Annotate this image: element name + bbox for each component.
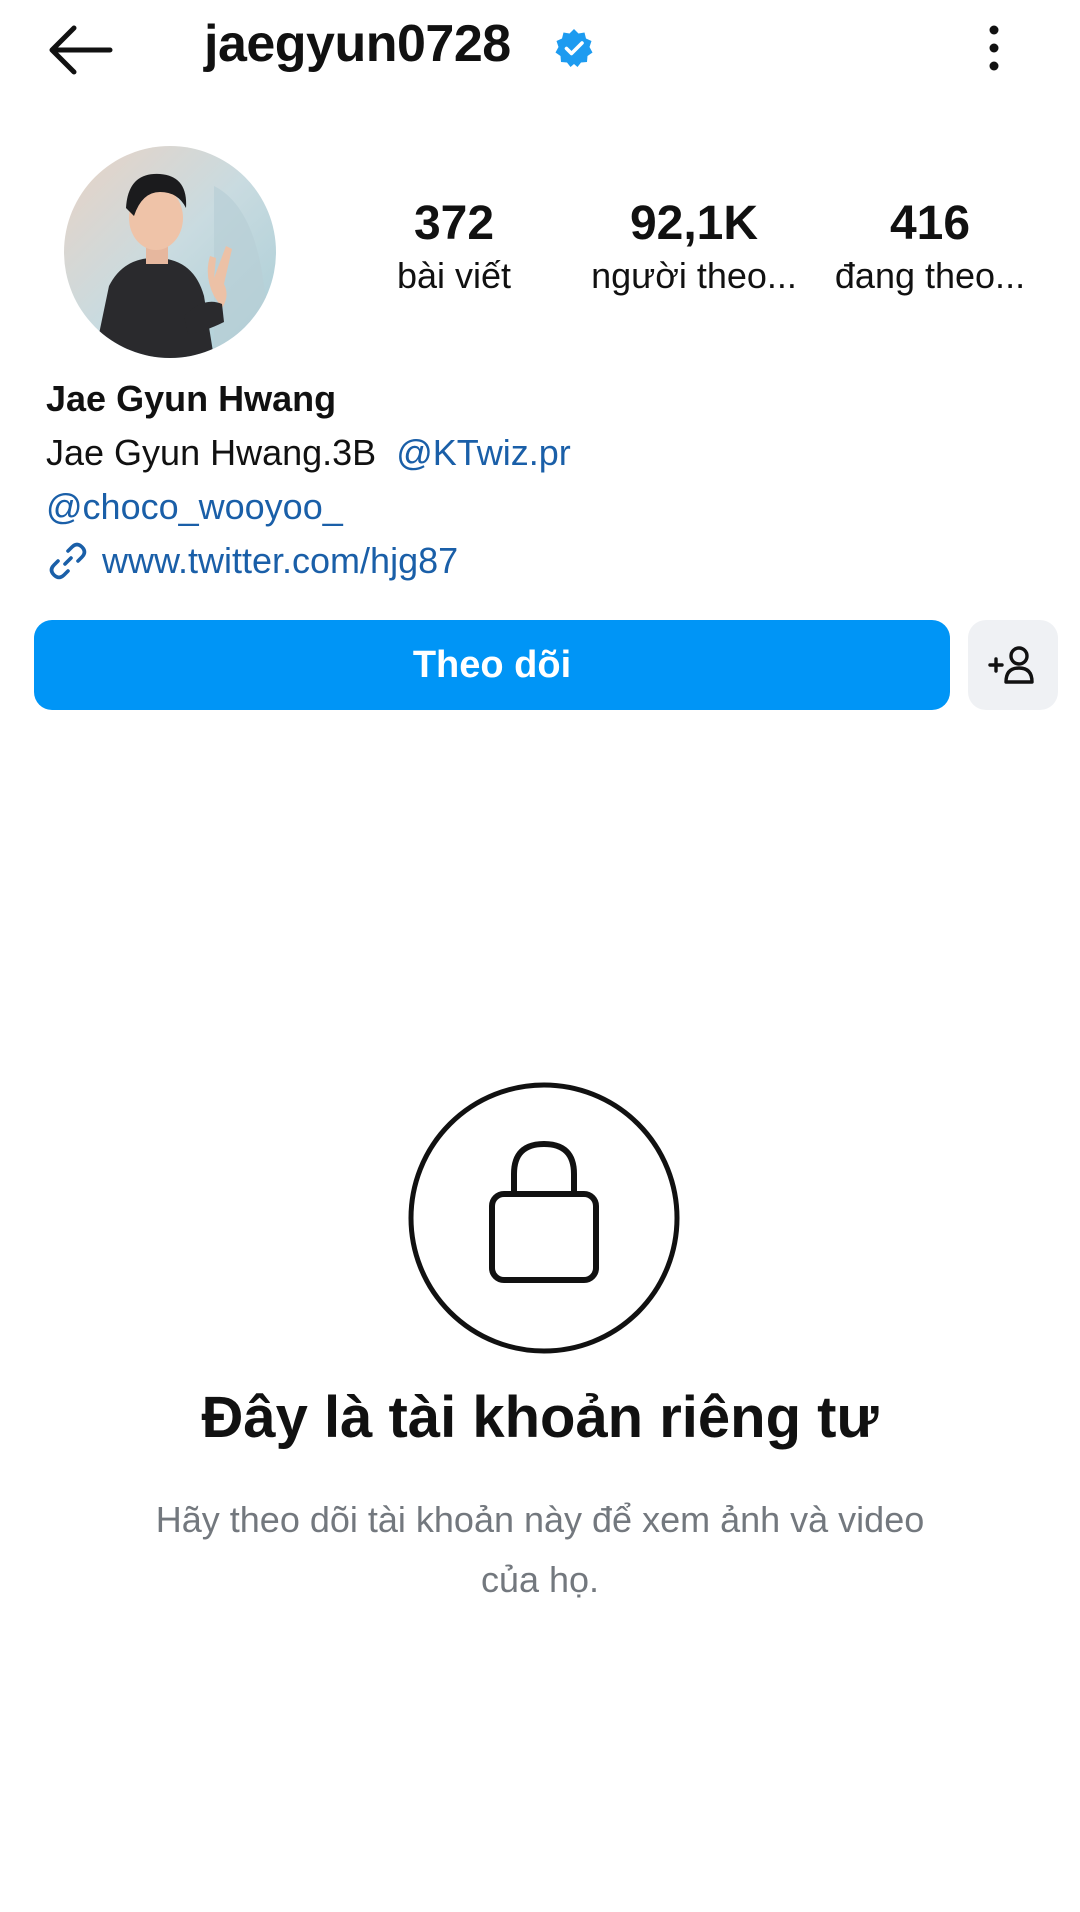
website-url: www.twitter.com/hjg87 <box>102 540 459 581</box>
following-label: đang theo... <box>834 255 1026 296</box>
private-account-title: Đây là tài khoản riêng tư <box>201 1385 879 1450</box>
following-count: 416 <box>889 197 971 250</box>
display-name: Jae Gyun Hwang <box>46 378 337 419</box>
verified-badge-icon <box>554 28 594 68</box>
profile-page: jaegyun0728 372 bài viết 92,1K người the… <box>0 0 1080 1912</box>
arrow-left-icon <box>49 25 113 75</box>
posts-label: bài viết <box>396 255 512 296</box>
followers-label: người theo... <box>591 255 797 296</box>
website-link[interactable]: www.twitter.com/hjg87 <box>46 534 1006 588</box>
private-lock-icon <box>408 1082 680 1354</box>
stat-posts[interactable]: 372 bài viết <box>344 196 564 300</box>
back-button[interactable] <box>44 22 116 78</box>
private-account-description: Hãy theo dõi tài khoản này để xem ảnh và… <box>155 1499 925 1600</box>
link-icon <box>49 542 87 580</box>
profile-bio: Jae Gyun Hwang Jae Gyun Hwang.3B @KTwiz.… <box>46 372 1006 588</box>
bio-text: Jae Gyun Hwang.3B <box>46 432 377 473</box>
mention-ktwiz[interactable]: @KTwiz.pr <box>396 432 571 473</box>
posts-count: 372 <box>413 197 495 250</box>
more-vertical-icon <box>989 25 999 71</box>
stat-followers[interactable]: 92,1K người theo... <box>584 196 804 300</box>
more-options-button[interactable] <box>976 20 1012 76</box>
mention-choco[interactable]: @choco_wooyoo_ <box>46 486 343 527</box>
profile-avatar[interactable] <box>64 146 276 358</box>
bio-line-1: Jae Gyun Hwang.3B @KTwiz.pr <box>46 426 1006 480</box>
followers-count: 92,1K <box>629 197 759 250</box>
suggest-users-button[interactable] <box>968 620 1058 710</box>
top-bar: jaegyun0728 <box>0 0 1080 100</box>
profile-username: jaegyun0728 <box>204 15 511 73</box>
bio-line-2: @choco_wooyoo_ <box>46 480 1006 534</box>
follow-button[interactable]: Theo dõi <box>34 620 950 710</box>
add-user-icon <box>988 646 1034 684</box>
stat-following[interactable]: 416 đang theo... <box>820 196 1040 300</box>
